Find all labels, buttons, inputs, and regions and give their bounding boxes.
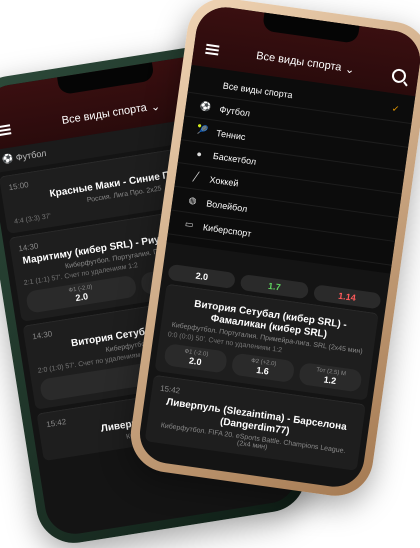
dropdown-item-label: Баскетбол [212, 150, 257, 167]
odd-button[interactable]: Ф2 (+2.0) 1.6 [230, 352, 296, 384]
dropdown-item-label: Теннис [215, 127, 247, 142]
page-title: Все виды спорта [255, 49, 343, 74]
menu-icon[interactable] [0, 122, 12, 138]
event-list: Витория Сетубал (кибер SRL) - Фамаликан … [139, 283, 385, 472]
chevron-down-icon: ⌄ [344, 62, 356, 77]
volleyball-icon: ◍ [188, 194, 198, 206]
soccer-ball-icon: ⚽ [1, 152, 17, 165]
tennis-icon: 🎾 [196, 124, 209, 136]
blank-icon [203, 82, 215, 84]
odd-button[interactable]: Ф1 (-2.0) 2.0 [163, 343, 228, 374]
sport-dropdown: Все виды спорта ✓ ⚽ Футбол 🎾 Теннис ● Баскетбол… [166, 64, 416, 274]
dropdown-item-label: Хоккей [209, 174, 240, 189]
dropdown-item-label: Все виды спорта [222, 80, 294, 100]
sport-filter-button[interactable]: Все виды спорта ⌄ [61, 99, 161, 127]
page-title: Все виды спорта [61, 101, 148, 128]
gamepad-icon: ▭ [184, 218, 195, 230]
menu-icon[interactable] [205, 42, 220, 58]
category-label: Футбол [15, 148, 47, 163]
soccer-ball-icon: ⚽ [199, 100, 213, 113]
basketball-icon: ● [195, 148, 203, 160]
sport-filter-button[interactable]: Все виды спорта ⌄ [255, 49, 355, 76]
dropdown-item-label: Киберспорт [202, 221, 252, 239]
chevron-down-icon: ⌄ [149, 100, 161, 114]
odd-button[interactable]: Тот (2.5) М 1.2 [298, 362, 363, 393]
dropdown-item-label: Футбол [218, 103, 251, 118]
dropdown-item-label: Волейбол [205, 197, 249, 214]
checkmark-icon: ✓ [391, 103, 401, 115]
search-icon[interactable] [391, 67, 407, 84]
hockey-icon: ╱ [192, 171, 200, 182]
